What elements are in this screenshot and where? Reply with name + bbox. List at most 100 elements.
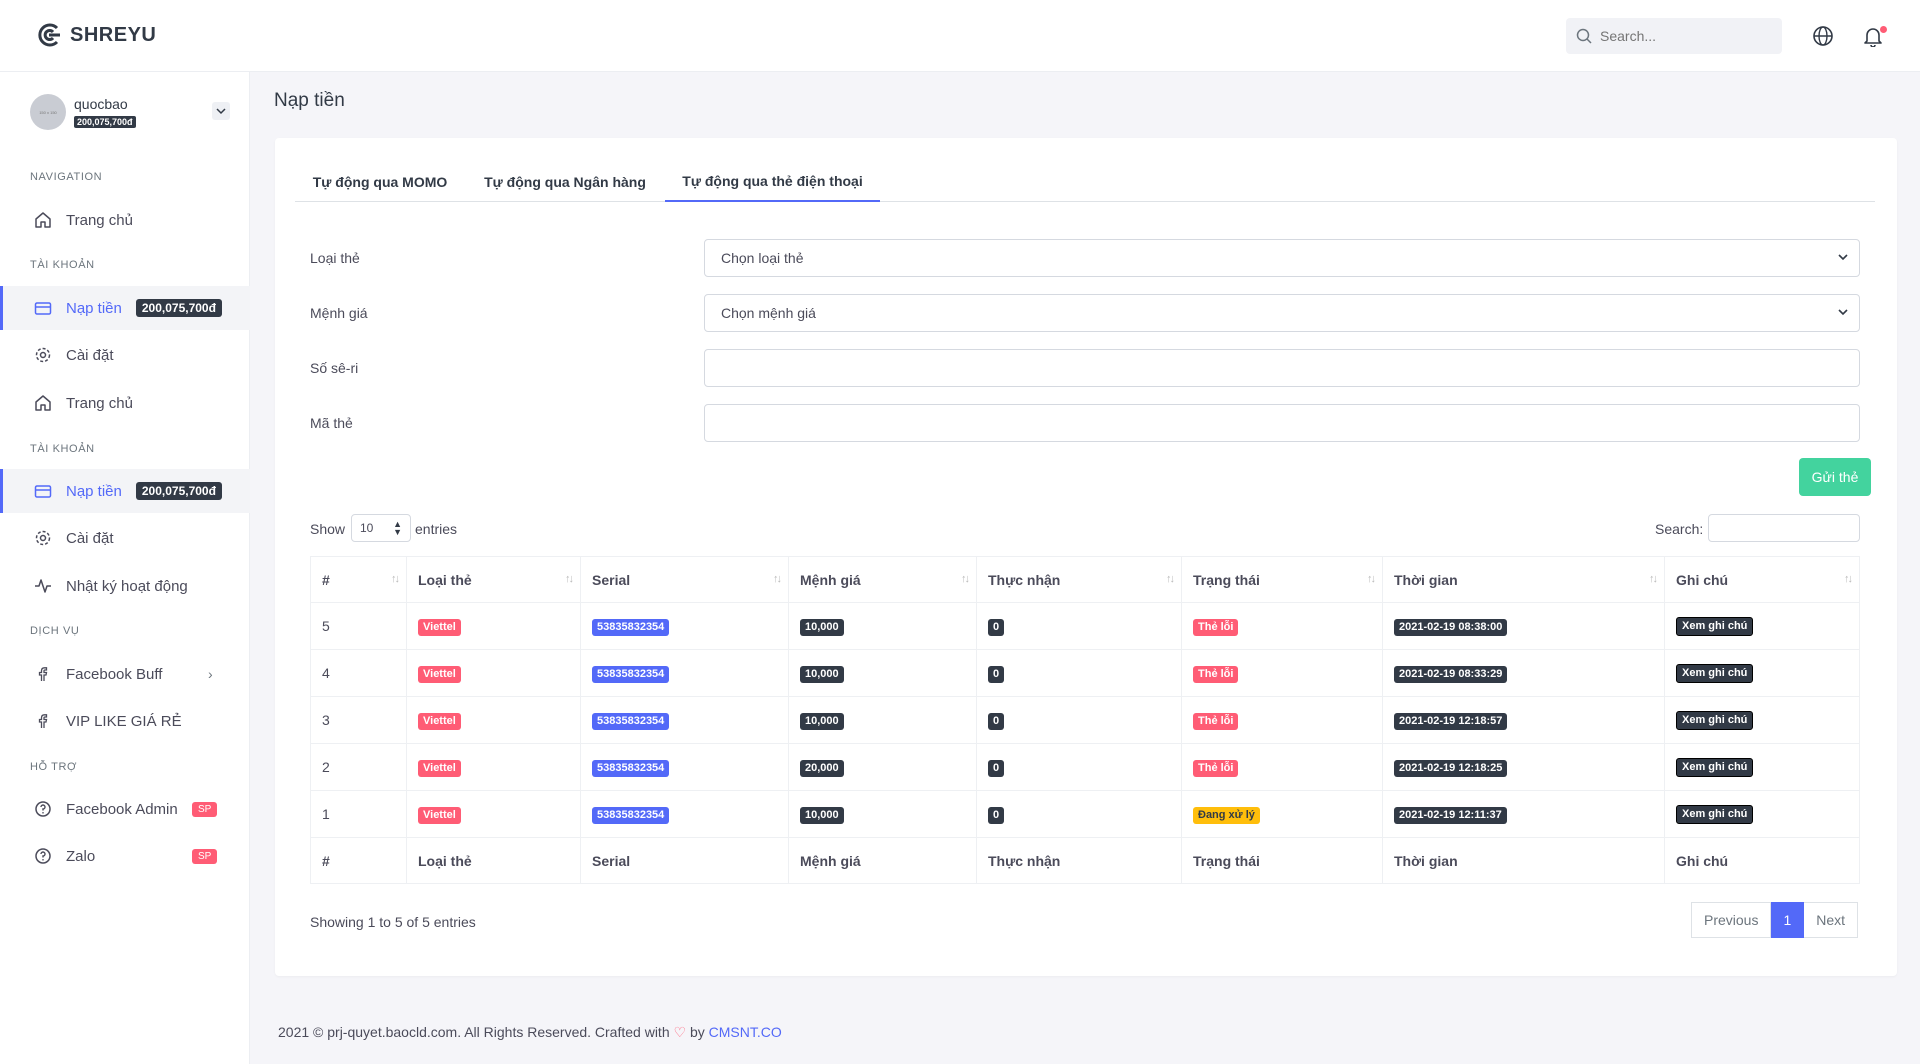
sidebar-item-label: Nạp tiền bbox=[66, 299, 122, 317]
serial-badge: 53835832354 bbox=[592, 665, 670, 683]
menu-title-account-2: TÀI KHOẢN bbox=[30, 443, 95, 455]
footer-link[interactable]: CMSNT.CO bbox=[709, 1024, 782, 1040]
credit-card-icon bbox=[34, 485, 52, 498]
table-header-row: # ↑↓ Loại thẻ ↑↓ Serial ↑↓ Mệnh giá ↑↓ Thực … bbox=[310, 556, 1860, 603]
col-header-note[interactable]: Ghi chú ↑↓ bbox=[1664, 556, 1860, 603]
col-footer-time: Thời gian bbox=[1382, 837, 1665, 884]
sidebar: 150 x 150 quocbao 200,075,700đ NAVIGATIO… bbox=[0, 72, 250, 1064]
sidebar-item-vip-like[interactable]: VIP LIKE GIÁ RẺ bbox=[0, 699, 250, 743]
sidebar-item-label: Nạp tiền bbox=[66, 482, 122, 500]
col-header-status[interactable]: Trạng thái ↑↓ bbox=[1181, 556, 1383, 603]
sidebar-item-label: Facebook Buff bbox=[66, 665, 163, 683]
sort-icon: ↑↓ bbox=[1166, 573, 1175, 585]
col-header-serial[interactable]: Serial ↑↓ bbox=[580, 556, 789, 603]
gear-icon bbox=[35, 530, 51, 546]
card-type-select[interactable]: Chọn loại thẻ bbox=[704, 239, 1860, 277]
col-header-received[interactable]: Thực nhận ↑↓ bbox=[976, 556, 1182, 603]
sidebar-item-settings-2[interactable]: Cài đặt bbox=[0, 516, 250, 560]
table-search-input[interactable] bbox=[1708, 514, 1860, 542]
serial-input[interactable] bbox=[704, 349, 1860, 387]
globe-icon[interactable] bbox=[1812, 25, 1834, 47]
sort-icon: ↑↓ bbox=[1844, 573, 1853, 585]
chevron-right-icon: › bbox=[208, 666, 213, 682]
sidebar-item-activity-log[interactable]: Nhật ký hoạt động bbox=[0, 564, 250, 608]
tab-phone-card[interactable]: Tự động qua thẻ điện thoại bbox=[665, 162, 880, 202]
sp-badge: SP bbox=[192, 848, 218, 864]
entries-length-select[interactable]: 10 ▲ ▼ bbox=[351, 514, 411, 542]
label-denomination: Mệnh giá bbox=[310, 305, 368, 321]
view-note-button[interactable]: Xem ghi chú bbox=[1676, 711, 1754, 730]
sort-icon: ↑↓ bbox=[1367, 573, 1376, 585]
sidebar-item-facebook-admin[interactable]: Facebook Admin SP bbox=[0, 787, 250, 831]
show-label: Show bbox=[310, 521, 346, 537]
sidebar-item-label: Facebook Admin bbox=[66, 800, 178, 818]
top-search-input[interactable] bbox=[1600, 28, 1760, 44]
previous-page-button[interactable]: Previous bbox=[1691, 902, 1772, 938]
col-header-type[interactable]: Loại thẻ ↑↓ bbox=[406, 556, 581, 603]
cell-id: 2 bbox=[310, 743, 407, 791]
top-search-box[interactable] bbox=[1566, 18, 1782, 54]
sidebar-item-deposit-2[interactable]: Nạp tiền 200,075,700đ bbox=[0, 469, 250, 513]
card-code-input[interactable] bbox=[704, 404, 1860, 442]
chevron-down-icon bbox=[216, 108, 226, 115]
sort-icon: ↑↓ bbox=[961, 573, 970, 585]
user-dropdown-toggle[interactable] bbox=[212, 102, 230, 120]
cell-id: 4 bbox=[310, 649, 407, 697]
sidebar-item-home-2[interactable]: Trang chủ bbox=[0, 381, 250, 425]
footer-by: by bbox=[689, 1024, 705, 1040]
sidebar-item-facebook-buff[interactable]: Facebook Buff › bbox=[0, 652, 250, 696]
sidebar-item-label: Zalo bbox=[66, 847, 96, 865]
sort-icon: ↑↓ bbox=[565, 573, 574, 585]
view-note-button[interactable]: Xem ghi chú bbox=[1676, 758, 1754, 777]
denomination-select[interactable]: Chọn mệnh giá bbox=[704, 294, 1860, 332]
sort-icon: ↑↓ bbox=[391, 573, 400, 585]
value-badge: 10,000 bbox=[800, 806, 844, 824]
gear-icon bbox=[35, 347, 51, 363]
facebook-icon bbox=[38, 667, 48, 681]
sidebar-item-label: Nhật ký hoạt động bbox=[66, 577, 188, 595]
table-row: 3 Viettel 53835832354 10,000 0 Thẻ lỗi 2… bbox=[310, 696, 1860, 744]
tab-bar: Tự động qua MOMO Tự động qua Ngân hàng T… bbox=[295, 162, 1875, 202]
card-type-value: Chọn loại thẻ bbox=[721, 250, 804, 266]
user-box[interactable]: 150 x 150 quocbao 200,075,700đ bbox=[30, 94, 230, 134]
sidebar-item-zalo[interactable]: Zalo SP bbox=[0, 834, 250, 878]
table-info: Showing 1 to 5 of 5 entries bbox=[310, 914, 476, 930]
help-circle-icon bbox=[35, 801, 51, 817]
page-title: Nạp tiền bbox=[274, 90, 345, 111]
sidebar-item-home[interactable]: Trang chủ bbox=[0, 198, 250, 242]
menu-title-account: TÀI KHOẢN bbox=[30, 259, 95, 271]
send-card-button[interactable]: Gửi thẻ bbox=[1799, 458, 1871, 496]
sort-icon: ↑↓ bbox=[1649, 573, 1658, 585]
view-note-button[interactable]: Xem ghi chú bbox=[1676, 805, 1754, 824]
menu-title-services: DỊCH VỤ bbox=[30, 625, 80, 637]
page-1-button[interactable]: 1 bbox=[1771, 902, 1805, 938]
denomination-value: Chọn mệnh giá bbox=[721, 305, 816, 321]
card-type-badge: Viettel bbox=[418, 759, 461, 777]
tab-momo[interactable]: Tự động qua MOMO bbox=[295, 162, 465, 202]
sidebar-item-label: Cài đặt bbox=[66, 529, 114, 547]
label-card-type: Loại thẻ bbox=[310, 250, 360, 266]
user-name: quocbao bbox=[74, 96, 128, 112]
tab-bank[interactable]: Tự động qua Ngân hàng bbox=[465, 162, 665, 202]
brand-logo[interactable]: SHREYU bbox=[36, 22, 156, 48]
footer-text: 2021 © prj-quyet.baocld.com. All Rights … bbox=[278, 1024, 670, 1040]
col-footer-status: Trạng thái bbox=[1181, 837, 1383, 884]
col-header-id[interactable]: # ↑↓ bbox=[310, 556, 407, 603]
time-badge: 2021-02-19 08:38:00 bbox=[1394, 618, 1508, 636]
received-badge: 0 bbox=[988, 712, 1005, 730]
view-note-button[interactable]: Xem ghi chú bbox=[1676, 617, 1754, 636]
cell-id: 1 bbox=[310, 790, 407, 838]
activity-icon bbox=[35, 579, 51, 593]
card-type-badge: Viettel bbox=[418, 618, 461, 636]
sidebar-item-deposit[interactable]: Nạp tiền 200,075,700đ bbox=[0, 286, 250, 330]
time-badge: 2021-02-19 12:18:25 bbox=[1394, 759, 1508, 777]
chevron-down-icon bbox=[1838, 254, 1848, 261]
sort-arrows-icon: ▲ ▼ bbox=[393, 519, 402, 537]
next-page-button[interactable]: Next bbox=[1804, 902, 1859, 938]
sidebar-item-settings[interactable]: Cài đặt bbox=[0, 333, 250, 377]
col-header-value[interactable]: Mệnh giá ↑↓ bbox=[788, 556, 977, 603]
status-badge: Thẻ lỗi bbox=[1193, 712, 1239, 730]
col-header-time[interactable]: Thời gian ↑↓ bbox=[1382, 556, 1665, 603]
home-icon bbox=[35, 212, 51, 228]
view-note-button[interactable]: Xem ghi chú bbox=[1676, 664, 1754, 683]
